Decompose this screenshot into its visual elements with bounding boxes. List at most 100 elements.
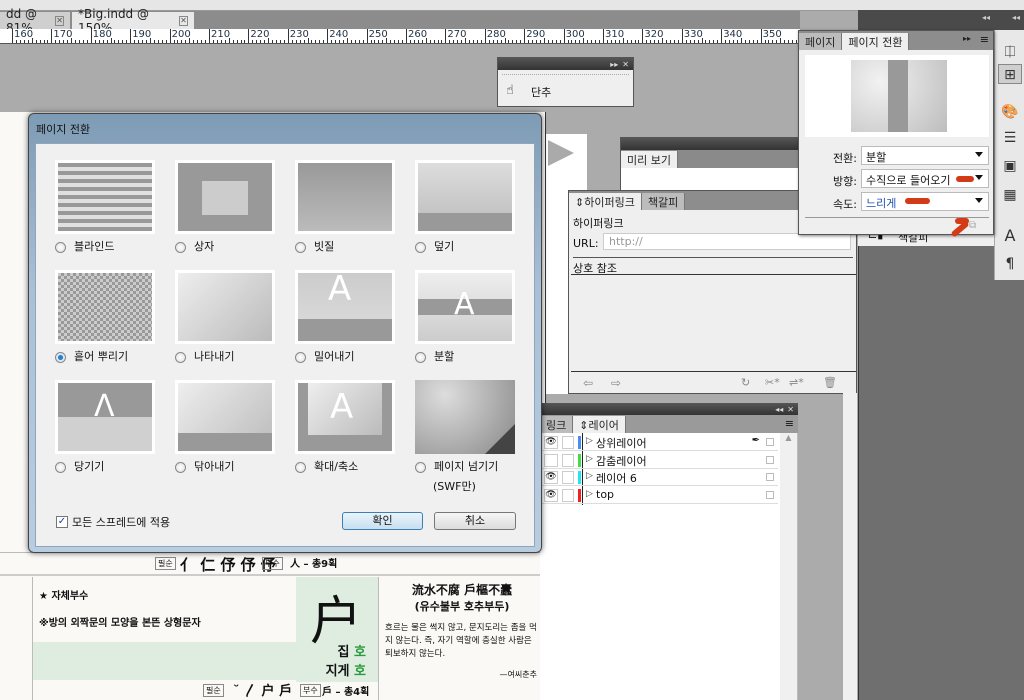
transition-thumbnail[interactable] xyxy=(175,270,275,344)
paragraph-styles-icon[interactable]: ¶ xyxy=(1000,254,1020,274)
transition-option[interactable]: Λ 당기기 xyxy=(55,380,175,474)
collapse-icon[interactable]: ▸▸ xyxy=(610,60,618,69)
transition-thumbnail[interactable]: Λ xyxy=(55,380,155,454)
tab-links[interactable]: 링크 xyxy=(540,416,574,433)
transition-option[interactable]: 페이지 넘기기 (SWF만) xyxy=(415,380,535,494)
expand-icon[interactable]: ▸▸ xyxy=(963,34,971,43)
eye-icon[interactable]: 👁 xyxy=(544,471,558,484)
close-icon[interactable]: ✕ xyxy=(787,405,794,414)
radio-button[interactable] xyxy=(415,351,426,363)
layer-select-square[interactable] xyxy=(766,455,774,464)
radio-button[interactable] xyxy=(415,461,426,473)
panel-menu-icon[interactable]: ≡ xyxy=(980,33,989,46)
transition-option[interactable]: 블라인드 xyxy=(55,160,175,254)
transition-thumbnail[interactable] xyxy=(55,270,155,344)
lock-toggle[interactable] xyxy=(562,488,574,502)
panel-titlebar[interactable]: ▸▸ ✕ xyxy=(498,58,633,70)
eye-icon[interactable]: 👁 xyxy=(544,436,558,449)
pages-icon[interactable]: ⎅ xyxy=(1000,42,1020,62)
trash-icon[interactable]: 🗑 xyxy=(823,376,837,389)
transition-thumbnail[interactable] xyxy=(415,380,515,454)
create-link-icon[interactable]: ✂* xyxy=(765,376,780,389)
expand-triangle-icon[interactable]: ▷ xyxy=(586,489,593,499)
prev-arrow-icon[interactable]: ⇦ xyxy=(583,376,593,390)
expand-triangle-icon[interactable]: ▷ xyxy=(586,454,593,464)
tab-hyperlinks[interactable]: ⇕하이퍼링크 xyxy=(569,193,642,210)
transition-option[interactable]: 상자 xyxy=(175,160,295,254)
tab-bookmarks[interactable]: 책갈피 xyxy=(641,193,686,210)
visibility-toggle[interactable] xyxy=(544,453,558,467)
expand-triangle-icon[interactable]: ▷ xyxy=(586,436,593,446)
character-styles-icon[interactable]: A xyxy=(1000,226,1020,246)
transition-thumbnail[interactable] xyxy=(175,160,275,234)
gradient-icon[interactable]: ▣ xyxy=(1000,156,1020,176)
layer-row[interactable]: ▷ 감춤레이어 xyxy=(540,452,778,469)
doc-tab-81[interactable]: dd @ 81% ✕ xyxy=(0,7,70,35)
transition-option[interactable]: 나타내기 xyxy=(175,270,295,364)
lock-toggle[interactable] xyxy=(562,436,574,449)
close-icon[interactable]: ✕ xyxy=(55,15,64,26)
stroke-icon[interactable]: ☰ xyxy=(1000,128,1020,148)
expand-triangle-icon[interactable]: ▷ xyxy=(586,471,593,481)
layer-row[interactable]: 👁 ▷ top xyxy=(540,487,778,504)
transition-thumbnail[interactable]: A xyxy=(415,270,515,344)
transition-option[interactable]: 빗질 xyxy=(295,160,415,254)
transition-thumbnail[interactable] xyxy=(415,160,515,234)
buttons-item-label[interactable]: 단추 xyxy=(531,84,551,100)
lock-toggle[interactable] xyxy=(562,471,574,484)
tab-pages[interactable]: 페이지 xyxy=(799,33,843,50)
layer-row[interactable]: 👁 ▷ 상위레이어 ✒ xyxy=(540,434,778,451)
refresh-icon[interactable]: ↻ xyxy=(741,376,750,389)
radio-button[interactable] xyxy=(295,461,306,473)
eye-icon[interactable]: 👁 xyxy=(544,488,558,502)
close-icon[interactable]: ✕ xyxy=(178,15,188,26)
transition-thumbnail[interactable]: A xyxy=(295,380,395,454)
table-icon[interactable]: ▦ xyxy=(1000,185,1020,205)
edit-link-icon[interactable]: ⇌* xyxy=(789,376,804,389)
transition-thumbnail[interactable] xyxy=(175,380,275,454)
transition-thumbnail[interactable] xyxy=(55,160,155,234)
doc-tab-big[interactable]: *Big.indd @ 150% ✕ xyxy=(72,7,194,35)
transition-option[interactable]: 덮기 xyxy=(415,160,535,254)
panel-menu-icon[interactable]: ≡ xyxy=(785,417,794,430)
radio-button[interactable] xyxy=(55,461,66,473)
horizontal-ruler[interactable]: 160 170 180 190 200 210 220 230 240 250 260 270 280 2… xyxy=(0,29,800,44)
radio-button[interactable] xyxy=(55,241,66,253)
layer-select-square[interactable] xyxy=(766,438,774,446)
radio-button[interactable] xyxy=(175,351,186,363)
radio-button[interactable] xyxy=(295,241,306,253)
transition-option[interactable]: A 확대/축소 xyxy=(295,380,415,474)
url-input[interactable]: http:// xyxy=(603,233,851,250)
swatches-palette-icon[interactable]: 🎨 xyxy=(1000,102,1020,122)
next-arrow-icon[interactable]: ⇨ xyxy=(611,376,621,390)
lock-toggle[interactable] xyxy=(562,453,574,467)
radio-button[interactable] xyxy=(55,351,66,363)
cross-reference-list[interactable] xyxy=(571,274,856,372)
tab-layers[interactable]: ⇕레이어 xyxy=(573,416,626,433)
radio-button[interactable] xyxy=(415,241,426,253)
ok-button[interactable]: 확인 xyxy=(342,512,423,530)
layer-select-square[interactable] xyxy=(766,490,774,499)
transition-option[interactable]: A 밀어내기 xyxy=(295,270,415,364)
layers-scrollbar[interactable]: ▲ xyxy=(780,433,797,700)
cancel-button[interactable]: 취소 xyxy=(434,512,516,530)
radio-button[interactable] xyxy=(175,241,186,253)
layer-select-square[interactable] xyxy=(766,473,774,481)
close-icon[interactable]: ✕ xyxy=(622,60,629,69)
tab-preview[interactable]: 미리 보기 xyxy=(621,151,678,168)
transition-select[interactable]: 분할 xyxy=(861,146,989,165)
radio-button[interactable] xyxy=(295,351,306,363)
page-transitions-icon[interactable]: ⊞ xyxy=(998,64,1022,84)
transition-option[interactable]: A 분할 xyxy=(415,270,535,364)
apply-to-all-spreads-icon[interactable]: ⧉ xyxy=(969,220,976,231)
radio-button[interactable] xyxy=(175,461,186,473)
collapse-icon[interactable]: ◂◂ xyxy=(775,405,783,414)
panel-titlebar[interactable]: ◂◂ ✕ xyxy=(540,403,798,415)
apply-all-spreads-checkbox[interactable]: ✓ 모든 스프레드에 적용 xyxy=(56,514,170,530)
transition-thumbnail[interactable]: A xyxy=(295,270,395,344)
layer-row[interactable]: 👁 ▷ 레이어 6 xyxy=(540,469,778,486)
transition-thumbnail[interactable] xyxy=(295,160,395,234)
transition-option[interactable]: 흩어 뿌리기 xyxy=(55,270,175,364)
transition-option[interactable]: 닦아내기 xyxy=(175,380,295,474)
tab-page-transitions[interactable]: 페이지 전환 xyxy=(842,33,910,50)
